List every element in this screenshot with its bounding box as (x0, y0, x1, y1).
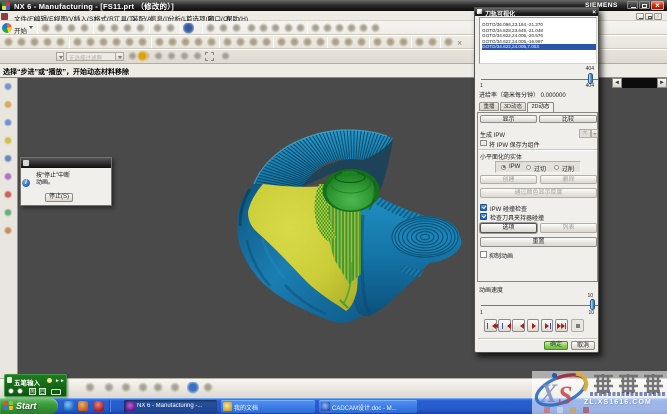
svg-text:X: X (539, 379, 558, 408)
svg-text:S: S (558, 381, 572, 410)
